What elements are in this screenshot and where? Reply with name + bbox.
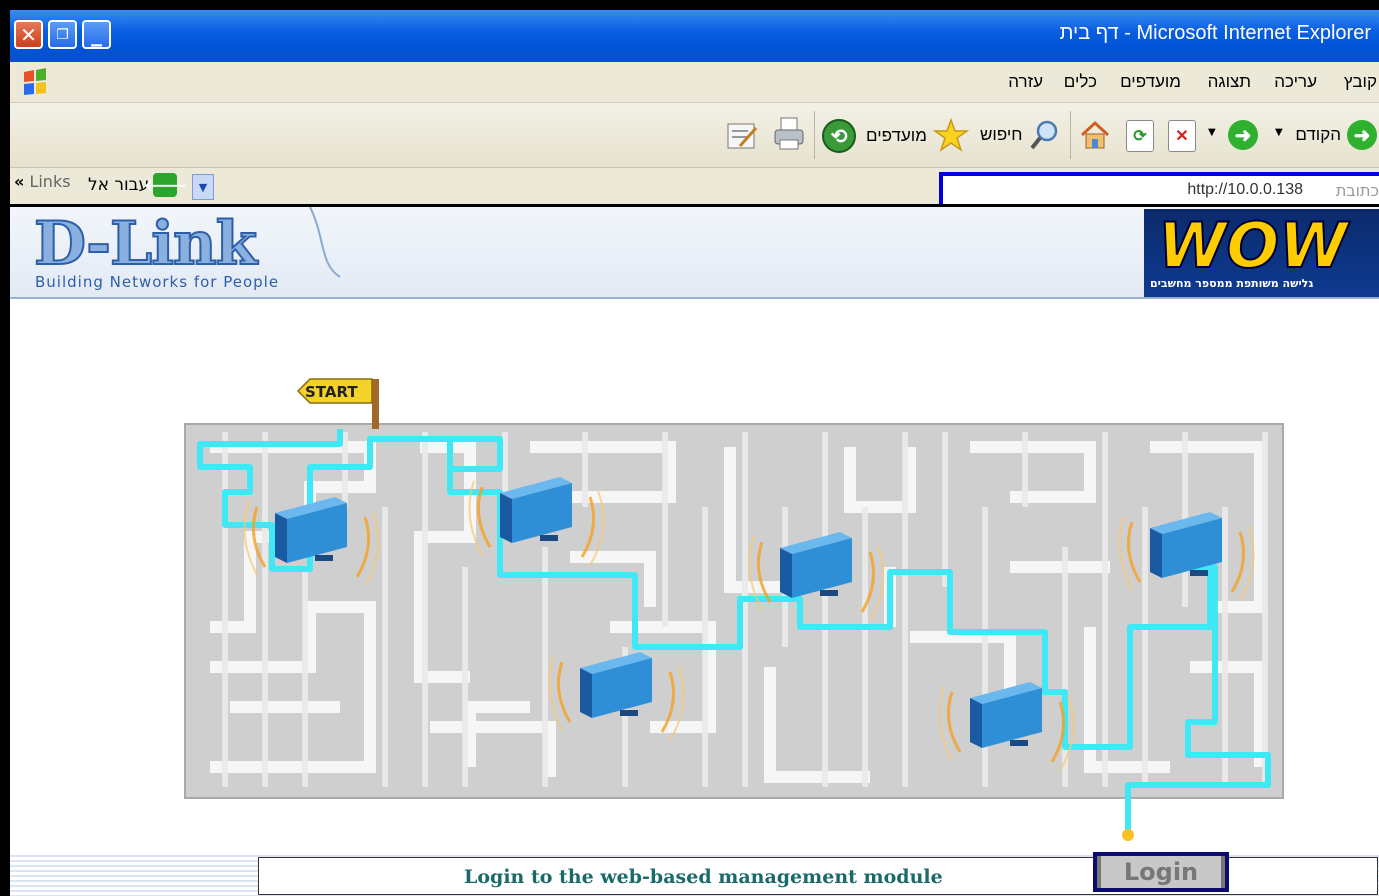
menu-view[interactable]: תצוגה — [1208, 72, 1251, 92]
title-bar: ✕ ❐ ▁ דף בית - Microsoft Internet Explor… — [10, 10, 1379, 62]
favorites-label: מועדפים — [866, 126, 927, 145]
back-button[interactable]: הקודם ➜ — [1295, 120, 1377, 150]
refresh-icon: ⟳ — [1126, 120, 1154, 152]
favorites-button[interactable]: מועדפים — [866, 118, 969, 154]
back-icon: ➜ — [1347, 120, 1377, 150]
windows-logo-icon — [24, 68, 46, 95]
search-button[interactable]: חיפוש — [980, 118, 1060, 152]
menu-favorites[interactable]: מועדפים — [1120, 72, 1181, 92]
history-icon: ⟲ — [822, 119, 856, 153]
home-icon — [1080, 120, 1110, 149]
go-button[interactable]: עבור אל 🡐 — [88, 173, 187, 197]
address-bar: « Links עבור אל 🡐 ▼ http://10.0.0.138 כת… — [10, 168, 1379, 208]
login-button[interactable]: Login — [1093, 852, 1229, 892]
network-maze-illustration: START — [184, 378, 1284, 841]
address-label: כתובת — [1335, 181, 1379, 200]
links-toolbar[interactable]: « Links — [14, 172, 71, 191]
edit-button[interactable] — [726, 120, 760, 152]
stop-icon: ✕ — [1168, 120, 1196, 152]
stop-button[interactable]: ✕ — [1168, 120, 1196, 152]
search-label: חיפוש — [980, 125, 1023, 144]
minimize-icon[interactable]: ▁ — [82, 20, 111, 49]
browser-window: ✕ ❐ ▁ דף בית - Microsoft Internet Explor… — [10, 10, 1379, 896]
restore-icon[interactable]: ❐ — [48, 20, 77, 49]
refresh-button[interactable]: ⟳ — [1126, 120, 1154, 152]
print-button[interactable] — [772, 116, 806, 152]
login-prompt: Login to the web-based management module — [464, 866, 943, 888]
go-icon: 🡐 — [144, 173, 187, 197]
address-dropdown-icon[interactable]: ▼ — [192, 174, 214, 200]
menu-bar: קובץ עריכה תצוגה מועדפים כלים עזרה — [10, 62, 1379, 103]
search-icon — [1030, 120, 1058, 150]
menu-file[interactable]: קובץ — [1344, 72, 1377, 92]
page-content: D-Link Building Networks for People WOW … — [10, 207, 1379, 896]
go-label: עבור אל — [88, 175, 150, 195]
address-input[interactable]: http://10.0.0.138 כתובת — [939, 172, 1379, 208]
forward-button[interactable]: ➜ — [1228, 120, 1258, 150]
end-point — [1122, 829, 1134, 841]
start-sign: START — [296, 378, 379, 429]
menu-help[interactable]: עזרה — [1008, 72, 1043, 92]
menu-tools[interactable]: כלים — [1064, 72, 1097, 92]
toolbar: הקודם ➜ ▼ ➜ ▼ ✕ ⟳ חיפוש מועדפים ⟲ — [10, 103, 1379, 168]
print-icon — [774, 117, 804, 150]
login-bar: Login to the web-based management module… — [258, 852, 1378, 895]
links-label: Links — [29, 172, 71, 191]
home-button[interactable] — [1078, 118, 1112, 152]
edit-icon — [727, 123, 758, 149]
forward-dropdown-icon[interactable]: ▼ — [1208, 127, 1216, 138]
close-icon[interactable]: ✕ — [14, 20, 43, 49]
favorites-icon — [932, 118, 969, 152]
menu-edit[interactable]: עריכה — [1274, 72, 1317, 92]
login-button-label: Login — [1097, 856, 1225, 888]
back-label: הקודם — [1295, 125, 1341, 144]
start-label: START — [305, 383, 358, 401]
forward-icon: ➜ — [1228, 120, 1258, 150]
history-button[interactable]: ⟲ — [822, 119, 856, 153]
address-url: http://10.0.0.138 — [1187, 181, 1303, 198]
back-dropdown-icon[interactable]: ▼ — [1275, 127, 1283, 138]
window-title: דף בית - Microsoft Internet Explorer — [1059, 22, 1371, 44]
